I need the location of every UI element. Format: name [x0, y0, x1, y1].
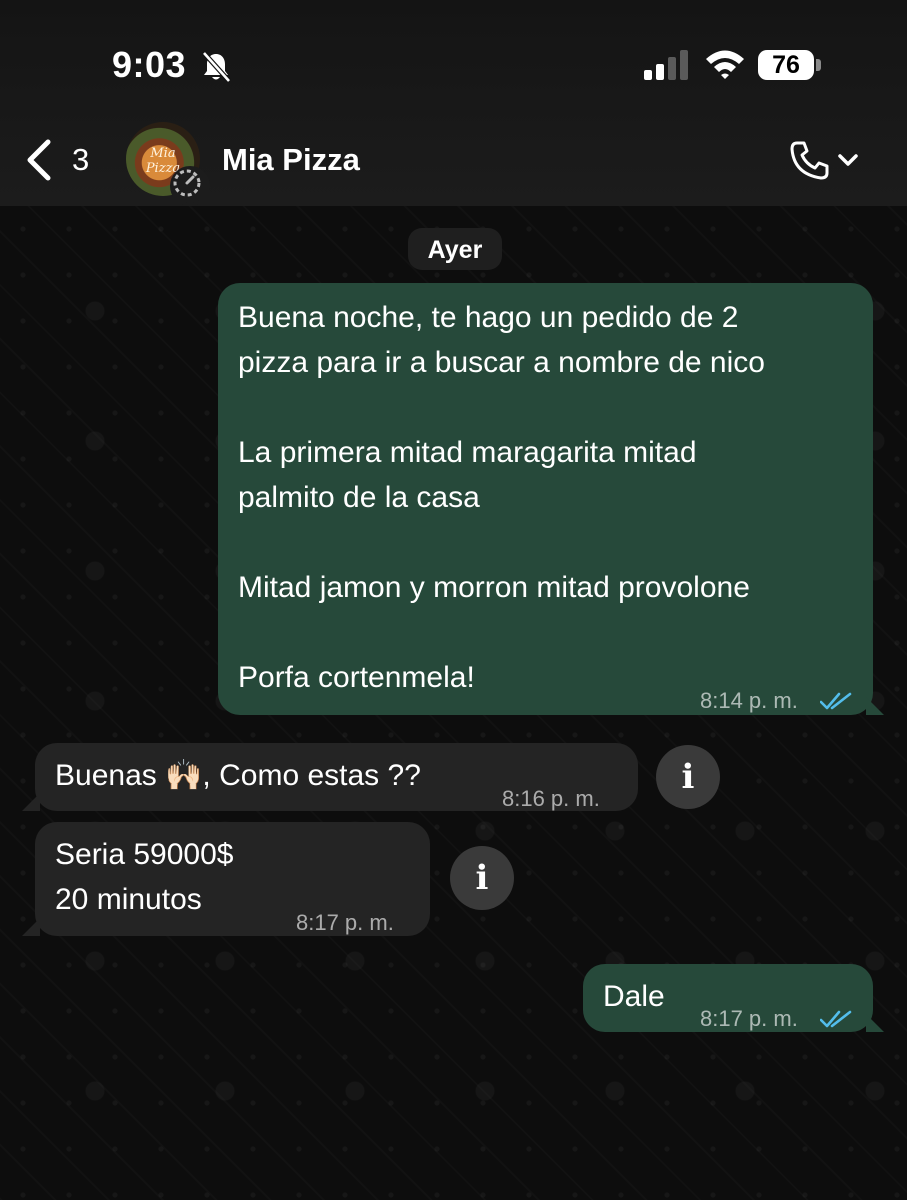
- outgoing-message[interactable]: Buena noche, te hago un pedido de 2 pizz…: [218, 283, 873, 715]
- status-time: 9:03: [112, 44, 187, 85]
- status-ring-icon: [170, 166, 210, 206]
- top-bar: 9:03 76 3 Mia Pizza Mia Pizza: [0, 0, 907, 206]
- wifi-icon: [704, 48, 746, 85]
- bubble-tail: [866, 1014, 884, 1032]
- outgoing-message[interactable]: Dale 8:17 p. m.: [583, 964, 873, 1032]
- date-separator: Ayer: [408, 228, 502, 270]
- unread-count[interactable]: 3: [72, 142, 89, 178]
- battery-level: 76: [758, 50, 814, 80]
- incoming-message[interactable]: Buenas 🙌🏻, Como estas ?? 8:16 p. m.: [35, 743, 638, 811]
- bubble-tail: [22, 793, 40, 811]
- message-time: 8:17 p. m.: [700, 1006, 798, 1031]
- read-receipt-icon: [819, 679, 854, 724]
- phone-icon[interactable]: [788, 138, 832, 187]
- contact-name[interactable]: Mia Pizza: [222, 142, 360, 178]
- message-text: Dale: [603, 980, 665, 1013]
- bubble-tail: [866, 697, 884, 715]
- message-text: Buena noche, te hago un pedido de 2 pizz…: [238, 301, 765, 694]
- chevron-down-icon[interactable]: [836, 150, 860, 175]
- bubble-tail: [22, 918, 40, 936]
- battery-icon: 76: [758, 50, 824, 82]
- message-text: Buenas 🙌🏻, Como estas ??: [55, 759, 421, 792]
- message-time: 8:14 p. m.: [700, 688, 798, 713]
- message-text: Seria 59000$ 20 minutos: [55, 838, 234, 916]
- cellular-signal-icon: [644, 50, 690, 85]
- message-time: 8:16 p. m.: [502, 786, 600, 811]
- chevron-left-icon[interactable]: [24, 138, 52, 187]
- incoming-message[interactable]: Seria 59000$ 20 minutos 8:17 p. m.: [35, 822, 430, 936]
- read-receipt-icon: [819, 997, 854, 1042]
- bell-slash-icon: [200, 50, 232, 89]
- info-button[interactable]: i: [656, 745, 720, 809]
- info-button[interactable]: i: [450, 846, 514, 910]
- message-time: 8:17 p. m.: [296, 910, 394, 935]
